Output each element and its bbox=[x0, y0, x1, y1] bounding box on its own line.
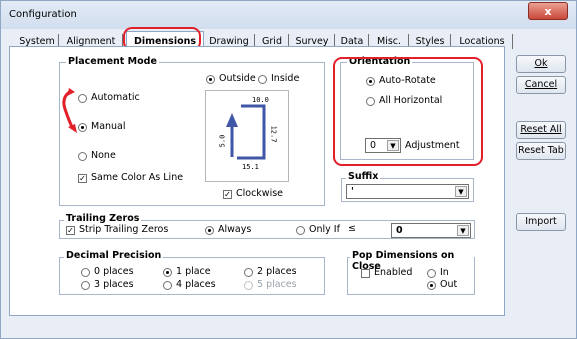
reset-tab-label: Reset Tab bbox=[518, 145, 564, 156]
precision-1-label: 1 place bbox=[176, 266, 211, 277]
chevron-down-icon[interactable]: ▼ bbox=[455, 186, 467, 197]
orientation-highlight bbox=[333, 57, 483, 166]
red-curved-arrow-icon bbox=[62, 88, 77, 133]
preview-left-value: 5.0 bbox=[218, 134, 227, 148]
reset-tab-button[interactable]: Reset Tab bbox=[516, 142, 566, 160]
pop-in-label: In bbox=[440, 267, 449, 278]
arrow-head-icon bbox=[226, 113, 238, 127]
pop-in-radio[interactable] bbox=[427, 269, 436, 278]
same-color-label: Same Color As Line bbox=[91, 172, 184, 183]
precision-0-radio[interactable] bbox=[81, 268, 90, 277]
only-if-radio[interactable] bbox=[296, 226, 305, 235]
only-if-label: Only If bbox=[309, 224, 340, 235]
pop-out-label: Out bbox=[440, 279, 458, 290]
precision-4-label: 4 places bbox=[176, 279, 216, 290]
pop-out-radio[interactable] bbox=[427, 281, 436, 290]
decimal-precision-title: Decimal Precision bbox=[64, 250, 164, 261]
automatic-label: Automatic bbox=[91, 92, 140, 103]
less-equal-symbol: ≤ bbox=[348, 223, 356, 234]
cancel-label: Cancel bbox=[524, 79, 558, 90]
chevron-down-icon[interactable]: ▼ bbox=[457, 225, 469, 236]
precision-5-radio[interactable] bbox=[244, 281, 253, 290]
outside-label: Outside bbox=[219, 73, 256, 84]
dimension-preview: 10.0 5.0 12.7 15.1 bbox=[205, 90, 289, 182]
inside-label: Inside bbox=[271, 73, 300, 84]
reset-all-label: Reset All bbox=[520, 124, 562, 135]
configuration-window: Configuration x System Alignment Dimensi… bbox=[0, 0, 577, 339]
cancel-button[interactable]: Cancel bbox=[516, 76, 566, 94]
precision-1-radio[interactable] bbox=[163, 268, 172, 277]
window-title: Configuration bbox=[9, 9, 77, 20]
suffix-title: Suffix bbox=[346, 171, 381, 182]
pop-enabled-label: Enabled bbox=[374, 267, 413, 278]
precision-0-label: 0 places bbox=[94, 266, 134, 277]
import-label: Import bbox=[525, 216, 557, 227]
precision-3-label: 3 places bbox=[94, 279, 134, 290]
always-radio[interactable] bbox=[205, 226, 214, 235]
clockwise-label: Clockwise bbox=[236, 188, 284, 199]
title-bar: Configuration x bbox=[1, 1, 576, 29]
precision-5-label: 5 places bbox=[257, 279, 297, 290]
clockwise-checkbox[interactable]: ✓ bbox=[223, 190, 232, 199]
reset-all-button[interactable]: Reset All bbox=[516, 121, 566, 139]
precision-2-label: 2 places bbox=[257, 266, 297, 277]
trailing-zeros-title: Trailing Zeros bbox=[64, 213, 142, 224]
strip-trailing-zeros-label: Strip Trailing Zeros bbox=[79, 224, 169, 235]
close-button[interactable]: x bbox=[528, 2, 568, 20]
only-if-value: 0 bbox=[396, 225, 403, 236]
outside-radio[interactable] bbox=[206, 75, 215, 84]
ok-label: Ok bbox=[534, 58, 548, 69]
precision-3-radio[interactable] bbox=[81, 281, 90, 290]
import-button[interactable]: Import bbox=[516, 213, 566, 231]
preview-right-value: 12.7 bbox=[269, 125, 278, 143]
always-label: Always bbox=[218, 224, 252, 235]
same-color-checkbox[interactable]: ✓ bbox=[78, 174, 87, 183]
strip-trailing-zeros-checkbox[interactable]: ✓ bbox=[66, 226, 75, 235]
pop-enabled-checkbox[interactable] bbox=[361, 269, 370, 278]
manual-label: Manual bbox=[91, 121, 126, 132]
preview-top-value: 10.0 bbox=[252, 96, 269, 104]
preview-bottom-value: 15.1 bbox=[242, 163, 259, 171]
placement-mode-title: Placement Mode bbox=[66, 56, 159, 67]
suffix-value: ' bbox=[351, 186, 354, 197]
none-radio[interactable] bbox=[78, 152, 87, 161]
inside-radio[interactable] bbox=[258, 75, 267, 84]
suffix-select[interactable]: ' ▼ bbox=[346, 184, 469, 199]
precision-2-radio[interactable] bbox=[244, 268, 253, 277]
ok-button[interactable]: Ok bbox=[516, 55, 566, 73]
only-if-select[interactable]: 0 ▼ bbox=[391, 223, 471, 238]
precision-4-radio[interactable] bbox=[163, 281, 172, 290]
none-label: None bbox=[91, 150, 116, 161]
